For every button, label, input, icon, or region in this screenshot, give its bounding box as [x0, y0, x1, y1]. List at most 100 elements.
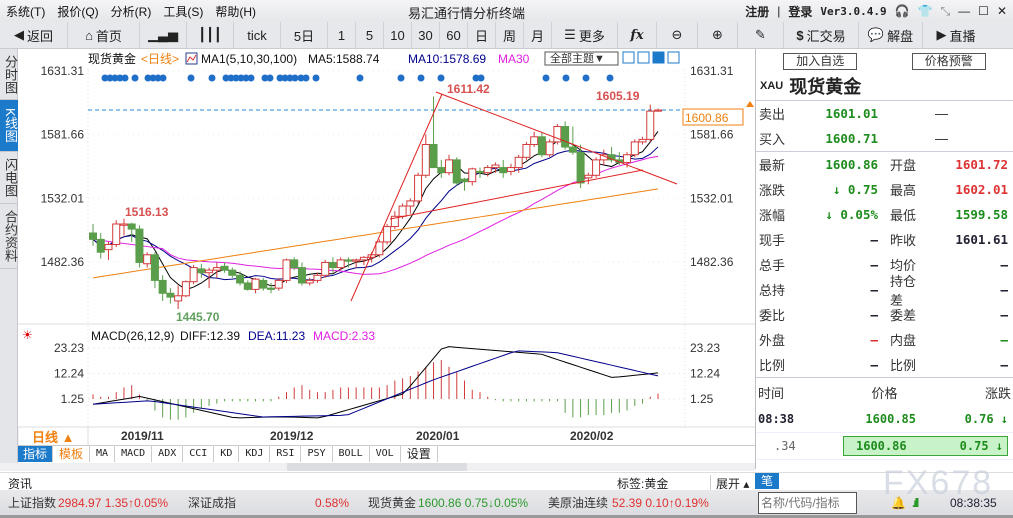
candle-up [189, 267, 198, 283]
bar-chart-button[interactable]: ▁▃▅ [140, 22, 187, 48]
period-day[interactable]: 日 [468, 22, 496, 48]
quote-label: 涨幅 [759, 208, 786, 223]
dollar-icon: $ [796, 27, 804, 43]
position-tool-icon[interactable] [652, 51, 665, 64]
indicator-kdj[interactable]: KDJ [239, 446, 271, 462]
candle-down [158, 279, 167, 294]
period-month[interactable]: 月 [524, 22, 552, 48]
ticker-gold-name: 现货黄金 [368, 496, 417, 510]
event-dot [542, 74, 550, 82]
period-10[interactable]: 10 [384, 22, 412, 48]
search-input[interactable] [758, 492, 857, 514]
tick-head-change: 涨跌 [984, 385, 1011, 401]
indicator-vol[interactable]: VOL [370, 446, 401, 462]
menu-system[interactable]: 系统(T) [0, 3, 51, 20]
indicator-adx[interactable]: ADX [152, 446, 184, 462]
analysis-label: 解盘 [887, 28, 914, 44]
maximize-icon[interactable]: ☐ [978, 4, 989, 18]
macd-tick-left: 1.25 [61, 392, 85, 406]
candle-down [568, 146, 577, 153]
theme-button-label: 全部主题▼ [550, 51, 605, 65]
register-link[interactable]: 注册 [745, 3, 769, 20]
tab-ticks-lower[interactable]: 笔 [755, 473, 780, 489]
y-tick-right: 1482.36 [690, 255, 734, 269]
zoom-in-button[interactable]: ⊕ [698, 22, 738, 48]
price-axis-left: 1631.31 1581.66 1532.01 1482.36 [41, 64, 85, 269]
period-60[interactable]: 60 [440, 22, 468, 48]
indicator-kd[interactable]: KD [214, 446, 240, 462]
period-5day[interactable]: 5日 [281, 22, 328, 48]
formula-button[interactable]: fx [618, 22, 657, 48]
divider: | [777, 4, 781, 18]
bar-chart-icon: ▁▃▅ [148, 27, 178, 42]
tab-templates[interactable]: 模板 [53, 446, 91, 462]
live-button[interactable]: ▶ 直播 [923, 22, 989, 48]
range-tool-icon[interactable] [637, 51, 650, 64]
annotation-high1: 1611.42 [447, 82, 490, 96]
menu-tools[interactable]: 工具(S) [157, 3, 209, 20]
indicator-boll[interactable]: BOLL [333, 446, 370, 462]
indicator-psy[interactable]: PSY [301, 446, 333, 462]
more-button[interactable]: ☰ 更多 [552, 22, 618, 48]
tab-contract[interactable]: 合约资料 [0, 204, 18, 269]
login-link[interactable]: 登录 [788, 3, 812, 20]
zoom-out-button[interactable]: ⊖ [657, 22, 698, 48]
kline-chart[interactable]: 现货黄金 <日线> MA1(5,10,30,100) MA5:1588.74 M… [18, 49, 755, 447]
event-dot [582, 74, 590, 82]
bell-icon[interactable]: 🔔 [891, 496, 906, 510]
indicator-ma[interactable]: MA [90, 446, 116, 462]
expand-tool-icon[interactable] [667, 51, 680, 64]
quote-value-2: — [1000, 307, 1008, 322]
home-button[interactable]: ⌂ 首页 [68, 22, 140, 48]
candlestick-button[interactable]: ┃┃┃ [187, 22, 234, 48]
tab-kline[interactable]: K线图 [0, 100, 18, 152]
draw-button[interactable]: ✎ [738, 22, 784, 48]
headset-icon[interactable]: 🎧 [895, 4, 910, 18]
quote-value: — [870, 232, 878, 247]
splitter[interactable] [0, 463, 755, 471]
period-1[interactable]: 1 [328, 22, 356, 48]
menu-help[interactable]: 帮助(H) [209, 3, 262, 20]
tick-head-price: 价格 [871, 385, 898, 401]
analysis-button[interactable]: 💬 解盘 [859, 22, 923, 48]
splitter-handle[interactable] [287, 463, 467, 471]
candle-up [119, 223, 128, 226]
add-watchlist-button[interactable]: 加入自选 [783, 52, 858, 70]
zoom-in-icon: ⊕ [712, 27, 723, 42]
tick-button[interactable]: tick [234, 22, 281, 48]
candle-up [104, 244, 113, 251]
trade-button[interactable]: $ 汇交易 [784, 22, 859, 48]
period-5[interactable]: 5 [356, 22, 384, 48]
period-30[interactable]: 30 [412, 22, 440, 48]
indicator-cci[interactable]: CCI [183, 446, 215, 462]
close-icon[interactable]: ✕ [997, 4, 1007, 18]
tab-timeshare[interactable]: 分时图 [0, 49, 18, 100]
indicator-macd[interactable]: MACD [115, 446, 153, 462]
candlestick-icon: ┃┃┃ [198, 27, 222, 42]
chart-area[interactable]: 现货黄金 <日线> MA1(5,10,30,100) MA5:1588.74 M… [18, 49, 755, 447]
tab-indicators[interactable]: 指标 [18, 446, 54, 462]
period-week[interactable]: 周 [496, 22, 524, 48]
ma10-value: MA10:1578.69 [408, 52, 486, 66]
quote-row: 总持 — 持仓差 — [756, 274, 1013, 308]
back-button[interactable]: ◀ 返回 [0, 22, 68, 48]
ticker-sh-name: 上证指数 [8, 496, 57, 510]
tab-flash[interactable]: 闪电图 [0, 152, 18, 204]
candle-up [491, 164, 500, 169]
crosshair-tool-icon[interactable] [622, 51, 635, 64]
sun-icon[interactable]: ☀ [22, 328, 33, 342]
indicator-rsi[interactable]: RSI [270, 446, 302, 462]
live-label: 直播 [949, 28, 976, 44]
quote-label: 外盘 [759, 333, 786, 348]
ticker-sz-name: 深证成指 [188, 496, 237, 510]
skin-icon[interactable]: 👕 [918, 4, 933, 18]
price-alert-button[interactable]: 价格预警 [911, 52, 986, 70]
quote-row: 涨跌 ↓ 0.75 最高 1602.01 [756, 177, 1013, 202]
ma5-line [92, 131, 659, 291]
indicator-settings[interactable]: 设置 [401, 446, 438, 462]
menu-analysis[interactable]: 分析(R) [105, 3, 158, 20]
minimize-icon[interactable]: — [958, 4, 970, 18]
restore-small-icon[interactable]: ⤡ [941, 4, 951, 19]
quote-label: 涨跌 [759, 183, 786, 198]
menu-quote[interactable]: 报价(Q) [51, 3, 104, 20]
